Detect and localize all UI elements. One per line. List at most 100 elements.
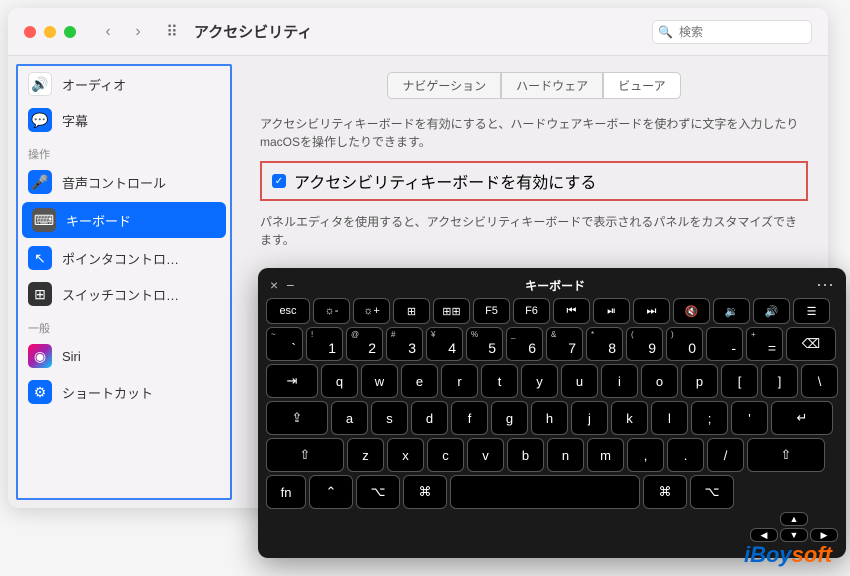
key[interactable]: ⏯ (593, 298, 630, 324)
key[interactable]: w (361, 364, 398, 398)
key[interactable]: b (507, 438, 544, 472)
sidebar-item-switch[interactable]: ⊞ スイッチコントロ… (18, 276, 230, 312)
key[interactable]: ⇥ (266, 364, 318, 398)
key[interactable]: ⌫ (786, 327, 836, 361)
key[interactable]: ⌃ (309, 475, 353, 509)
back-button[interactable]: ‹ (96, 20, 120, 44)
key-left[interactable]: ◀ (750, 528, 778, 542)
key[interactable]: ⌥ (690, 475, 734, 509)
minimize-icon[interactable]: − (286, 277, 294, 293)
key[interactable]: a (331, 401, 368, 435)
key[interactable]: j (571, 401, 608, 435)
key[interactable]: @2 (346, 327, 383, 361)
key[interactable]: *8 (586, 327, 623, 361)
key[interactable]: ⇧ (266, 438, 344, 472)
key[interactable]: esc (266, 298, 310, 324)
close-icon[interactable] (24, 26, 36, 38)
key[interactable]: ⇪ (266, 401, 328, 435)
key[interactable]: / (707, 438, 744, 472)
sidebar-item-audio[interactable]: 🔊 オーディオ (18, 66, 230, 102)
key[interactable]: 🔇 (673, 298, 710, 324)
sidebar-item-shortcut[interactable]: ⚙ ショートカット (18, 374, 230, 410)
key[interactable]: ⏮ (553, 298, 590, 324)
key[interactable]: ; (691, 401, 728, 435)
search-input[interactable] (652, 20, 812, 44)
zoom-icon[interactable] (64, 26, 76, 38)
key[interactable]: ¥4 (426, 327, 463, 361)
key[interactable]: 🔊 (753, 298, 790, 324)
key[interactable]: fn (266, 475, 306, 509)
more-icon[interactable]: ⋯ (816, 275, 834, 296)
key[interactable]: v (467, 438, 504, 472)
enable-keyboard-row[interactable]: ✓ アクセシビリティキーボードを有効にする (260, 161, 808, 201)
key[interactable]: r (441, 364, 478, 398)
key[interactable]: k (611, 401, 648, 435)
key[interactable]: _6 (506, 327, 543, 361)
key[interactable]: ' (731, 401, 768, 435)
key[interactable]: &7 (546, 327, 583, 361)
key[interactable]: p (681, 364, 718, 398)
key[interactable]: \ (801, 364, 838, 398)
key[interactable]: F6 (513, 298, 550, 324)
key[interactable] (450, 475, 640, 509)
key[interactable]: )0 (666, 327, 703, 361)
sidebar-item-keyboard[interactable]: ⌨ キーボード (22, 202, 226, 238)
key[interactable]: ⌘ (403, 475, 447, 509)
key[interactable]: ⌥ (356, 475, 400, 509)
key-up[interactable]: ▲ (780, 512, 808, 526)
key-right[interactable]: ▶ (810, 528, 838, 542)
key-down[interactable]: ▼ (780, 528, 808, 542)
key[interactable]: 🔉 (713, 298, 750, 324)
key[interactable]: m (587, 438, 624, 472)
key[interactable]: l (651, 401, 688, 435)
key[interactable]: F5 (473, 298, 510, 324)
close-icon[interactable]: × (270, 277, 278, 293)
sidebar-item-captions[interactable]: 💬 字幕 (18, 102, 230, 138)
key[interactable]: ☼+ (353, 298, 390, 324)
key[interactable]: d (411, 401, 448, 435)
sidebar-item-voice[interactable]: 🎤 音声コントロール (18, 164, 230, 200)
key[interactable]: q (321, 364, 358, 398)
key[interactable]: ⊞ (393, 298, 430, 324)
key[interactable]: #3 (386, 327, 423, 361)
forward-button[interactable]: › (126, 20, 150, 44)
key[interactable]: z (347, 438, 384, 472)
key[interactable]: ☼- (313, 298, 350, 324)
key[interactable]: ~` (266, 327, 303, 361)
sidebar-item-siri[interactable]: ◉ Siri (18, 338, 230, 374)
key[interactable]: %5 (466, 327, 503, 361)
sidebar-item-pointer[interactable]: ↖ ポインタコントロ… (18, 240, 230, 276)
key[interactable]: ☰ (793, 298, 830, 324)
key[interactable]: y (521, 364, 558, 398)
accessibility-keyboard[interactable]: × − キーボード ⋯ esc☼-☼+⊞⊞⊞F5F6⏮⏯⏭🔇🔉🔊☰ ~`!1@2… (258, 268, 846, 558)
key[interactable]: i (601, 364, 638, 398)
tab-navigation[interactable]: ナビゲーション (387, 72, 501, 99)
key[interactable]: ⊞⊞ (433, 298, 470, 324)
minimize-icon[interactable] (44, 26, 56, 38)
key[interactable]: f (451, 401, 488, 435)
key[interactable]: o (641, 364, 678, 398)
key[interactable]: x (387, 438, 424, 472)
key[interactable]: ⌘ (643, 475, 687, 509)
key[interactable]: !1 (306, 327, 343, 361)
traffic-lights[interactable] (24, 26, 76, 38)
key[interactable]: ⇧ (747, 438, 825, 472)
key[interactable]: ⏭ (633, 298, 670, 324)
key[interactable]: u (561, 364, 598, 398)
key[interactable]: . (667, 438, 704, 472)
key[interactable]: c (427, 438, 464, 472)
checkbox-icon[interactable]: ✓ (272, 174, 286, 188)
apps-grid-icon[interactable]: ⠿ (162, 22, 182, 42)
key[interactable]: s (371, 401, 408, 435)
tab-viewer[interactable]: ビューア (603, 72, 681, 99)
key[interactable]: ↵ (771, 401, 833, 435)
key[interactable]: t (481, 364, 518, 398)
key[interactable]: n (547, 438, 584, 472)
tab-hardware[interactable]: ハードウェア (501, 72, 603, 99)
key[interactable]: ] (761, 364, 798, 398)
key[interactable]: e (401, 364, 438, 398)
key[interactable]: - (706, 327, 743, 361)
key[interactable]: (9 (626, 327, 663, 361)
key[interactable]: += (746, 327, 783, 361)
key[interactable]: [ (721, 364, 758, 398)
